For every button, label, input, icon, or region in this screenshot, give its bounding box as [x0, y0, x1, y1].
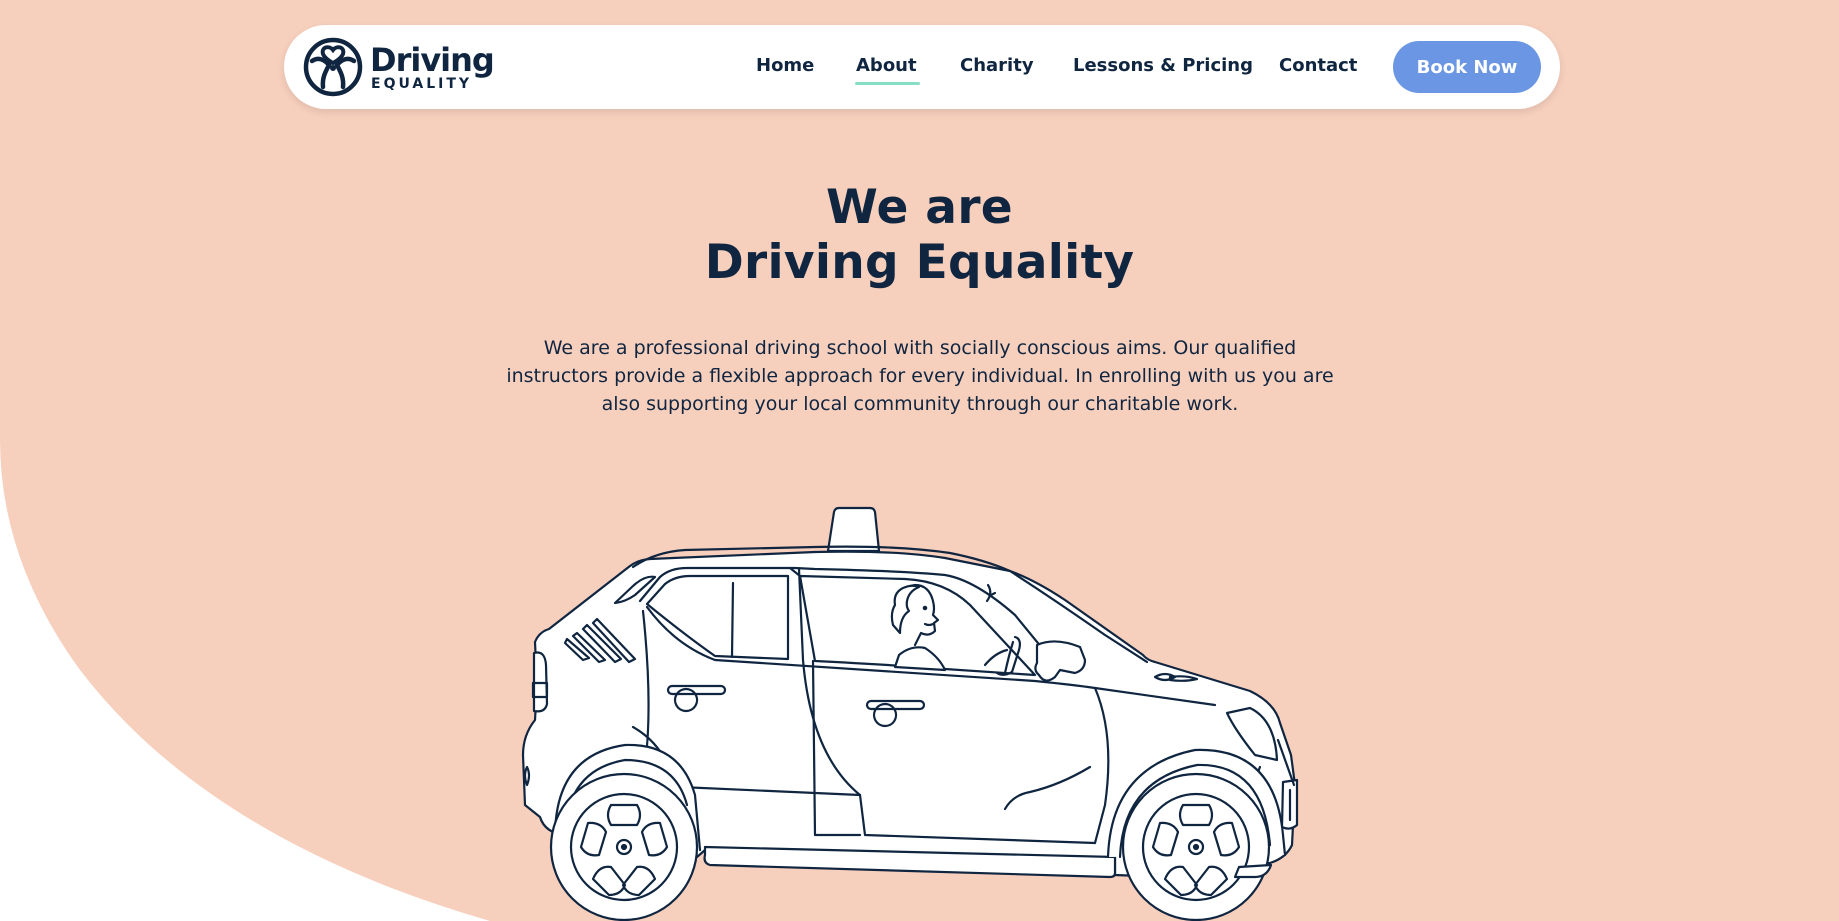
hero-description-line-1: We are a professional driving school wit… [543, 337, 1297, 359]
site-header: Driving EQUALITY Home About Charity Less… [284, 25, 1560, 109]
hero-description-line-2: instructors provide a flexible approach … [506, 365, 1334, 387]
main-nav: Home About Charity Lessons & Pricing Con… [284, 25, 1560, 109]
nav-lessons-pricing[interactable]: Lessons & Pricing [1073, 55, 1253, 76]
book-now-button[interactable]: Book Now [1393, 41, 1541, 93]
driving-school-car-illustration [521, 506, 1299, 921]
hero-title-line-1: We are [826, 180, 1013, 235]
hero-title-line-2: Driving Equality [704, 235, 1135, 290]
nav-contact[interactable]: Contact [1279, 55, 1357, 76]
front-wheel [1121, 772, 1271, 921]
nav-about[interactable]: About [855, 55, 920, 85]
hero-title: We are Driving Equality [0, 180, 1839, 290]
hero-description-line-3: also supporting your local community thr… [601, 393, 1239, 415]
nav-home[interactable]: Home [756, 55, 814, 76]
rear-wheel [549, 772, 699, 921]
nav-charity[interactable]: Charity [960, 55, 1034, 76]
hero-description: We are a professional driving school wit… [500, 334, 1340, 418]
